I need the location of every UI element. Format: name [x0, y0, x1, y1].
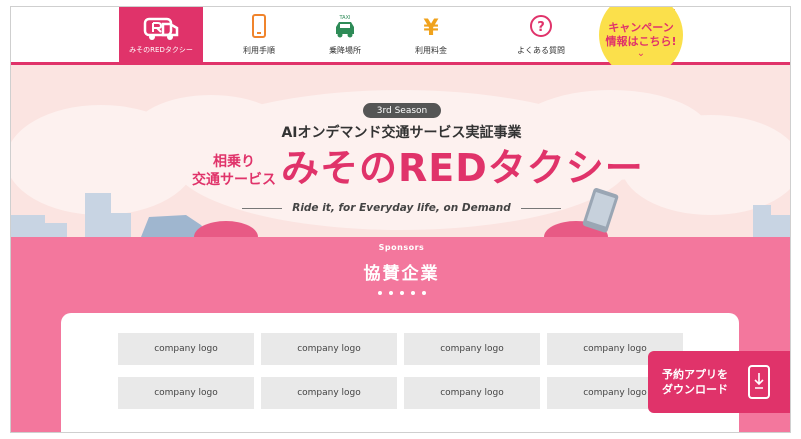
phone-download-icon: [748, 365, 770, 399]
dot: [422, 291, 426, 295]
tagline-dash: [520, 207, 561, 209]
download-line2: ダウンロード: [662, 383, 728, 396]
nav-item-usage-steps[interactable]: 利用手順: [217, 7, 301, 62]
sponsor-logo[interactable]: company logo: [118, 377, 254, 409]
download-app-button[interactable]: 予約アプリを ダウンロード: [648, 351, 790, 413]
service-tag: 相乗り 交通サービス: [191, 153, 277, 189]
dot: [378, 291, 382, 295]
campaign-line2: 情報はこちら!: [605, 35, 677, 48]
nav-label: 利用手順: [243, 46, 275, 55]
hero-title: みそのREDタクシー: [281, 146, 644, 190]
car-logo-icon: [143, 17, 179, 40]
taxi-sign-text: TAXI: [339, 15, 351, 21]
nav-label: 乗降場所: [329, 46, 361, 55]
download-line1: 予約アプリを: [662, 368, 728, 381]
hero-banner: 3rd Season AIオンデマンド交通サービス実証事業 相乗り 交通サービス…: [11, 65, 790, 237]
taxi-icon: TAXI: [336, 15, 354, 38]
site-logo[interactable]: みそのREDタクシー: [119, 7, 203, 62]
dot: [400, 291, 404, 295]
question-mark: ?: [537, 20, 545, 35]
sponsor-logo[interactable]: company logo: [261, 333, 397, 365]
tagline-text: Ride it, for Everyday life, on Demand: [292, 202, 511, 214]
service-tag-line2: 交通サービス: [192, 172, 276, 188]
sponsor-logo[interactable]: company logo: [118, 333, 254, 365]
question-icon: ?: [530, 15, 552, 37]
season-badge: 3rd Season: [363, 103, 441, 118]
sponsor-logo-panel: company logo company logo company logo c…: [61, 313, 739, 432]
logo-text: みそのREDタクシー: [129, 45, 193, 54]
sponsors-heading-en: Sponsors: [378, 243, 425, 252]
yen-symbol: ¥: [423, 16, 439, 41]
sponsors-heading: 協賛企業: [363, 264, 440, 284]
dot: [411, 291, 415, 295]
sponsor-logo[interactable]: company logo: [261, 377, 397, 409]
nav-label: 利用料金: [415, 46, 447, 55]
download-label: 予約アプリを ダウンロード: [662, 367, 728, 397]
decorative-dots: [378, 291, 426, 295]
sponsor-logo[interactable]: company logo: [404, 377, 540, 409]
nav-item-fares[interactable]: ¥ 利用料金: [389, 7, 473, 62]
service-tag-line1: 相乗り: [213, 154, 255, 170]
hero-tagline: Ride it, for Everyday life, on Demand: [11, 202, 790, 214]
download-arrow-icon: [754, 373, 764, 389]
campaign-line1: キャンペーン: [608, 21, 674, 34]
nav-item-pickup-location[interactable]: TAXI 乗降場所: [303, 7, 387, 62]
chevron-down-icon: ⌄: [636, 48, 646, 59]
nav-label: よくある質問: [517, 46, 565, 55]
tagline-dash: [242, 207, 283, 209]
yen-icon: ¥: [423, 16, 439, 41]
dot: [389, 291, 393, 295]
nav-item-faq[interactable]: ? よくある質問: [499, 7, 583, 62]
hero-subtitle: AIオンデマンド交通サービス実証事業: [281, 125, 522, 141]
sponsor-logo[interactable]: company logo: [404, 333, 540, 365]
smartphone-icon: [252, 14, 266, 38]
page-frame: みそのREDタクシー 利用手順 TAXI 乗降場所 ¥ 利用料金 ? よくある質…: [10, 6, 791, 433]
